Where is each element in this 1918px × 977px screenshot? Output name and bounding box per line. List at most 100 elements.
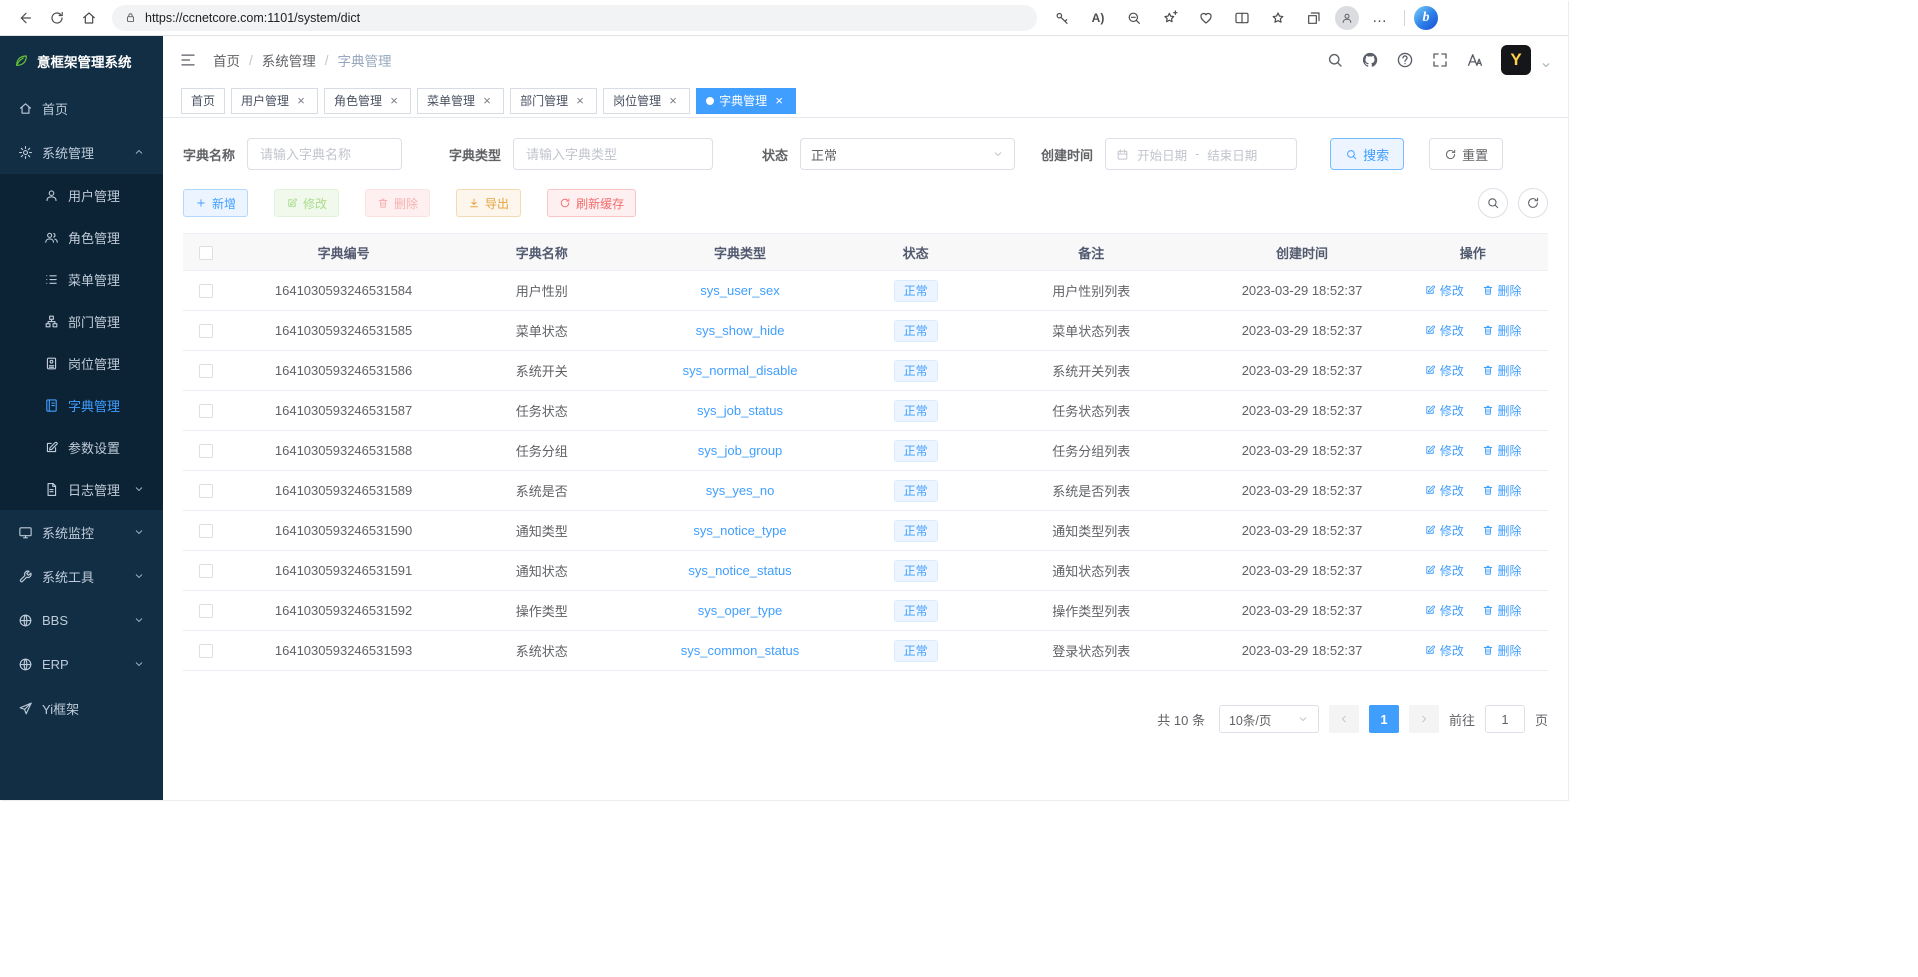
row-delete-button[interactable]: 删除 [1482, 362, 1522, 379]
row-checkbox[interactable] [199, 644, 213, 658]
password-key-icon[interactable] [1047, 4, 1077, 32]
row-delete-button[interactable]: 删除 [1482, 402, 1522, 419]
github-icon[interactable] [1361, 51, 1379, 69]
sidebar-item-erp[interactable]: ERP [0, 642, 163, 686]
sidebar-toggle-button[interactable] [179, 51, 197, 69]
date-range-picker[interactable]: 开始日期 - 结束日期 [1105, 138, 1297, 170]
sidebar-item-dict-mgmt[interactable]: 字典管理 [0, 384, 163, 426]
favorites-add-icon[interactable] [1155, 4, 1185, 32]
bing-icon[interactable]: b [1414, 6, 1438, 30]
fullscreen-icon[interactable] [1431, 51, 1449, 69]
browser-refresh-button[interactable] [42, 4, 72, 32]
tab-close-icon[interactable]: × [772, 94, 786, 108]
row-delete-button[interactable]: 删除 [1482, 282, 1522, 299]
row-edit-button[interactable]: 修改 [1424, 642, 1464, 659]
row-edit-button[interactable]: 修改 [1424, 402, 1464, 419]
browser-back-button[interactable] [10, 4, 40, 32]
zoom-icon[interactable] [1119, 4, 1149, 32]
tab-close-icon[interactable]: × [666, 94, 680, 108]
dict-type-link[interactable]: sys_yes_no [706, 483, 775, 498]
sidebar-item-yi-framework[interactable]: Yi框架 [0, 686, 163, 730]
tab-menu-mgmt[interactable]: 菜单管理× [417, 88, 504, 114]
help-icon[interactable] [1396, 51, 1414, 69]
sidebar-item-system-tools[interactable]: 系统工具 [0, 554, 163, 598]
search-icon[interactable] [1326, 51, 1344, 69]
split-screen-icon[interactable] [1227, 4, 1257, 32]
status-select[interactable]: 正常 [800, 138, 1015, 170]
read-aloud-icon[interactable]: A) [1083, 4, 1113, 32]
breadcrumb-item-system[interactable]: 系统管理 [262, 50, 316, 70]
dict-type-link[interactable]: sys_notice_status [688, 563, 791, 578]
dict-type-link[interactable]: sys_user_sex [700, 283, 779, 298]
refresh-cache-button[interactable]: 刷新缓存 [547, 189, 636, 217]
edit-button[interactable]: 修改 [274, 189, 339, 217]
sidebar-item-dept-mgmt[interactable]: 部门管理 [0, 300, 163, 342]
dict-name-input[interactable] [247, 138, 402, 170]
font-size-icon[interactable] [1466, 51, 1484, 69]
sidebar-item-home[interactable]: 首页 [0, 86, 163, 130]
address-bar[interactable]: https://ccnetcore.com:1101/system/dict [112, 5, 1037, 31]
dict-type-link[interactable]: sys_notice_type [693, 523, 786, 538]
delete-button[interactable]: 删除 [365, 189, 430, 217]
row-delete-button[interactable]: 删除 [1482, 602, 1522, 619]
row-delete-button[interactable]: 删除 [1482, 442, 1522, 459]
row-edit-button[interactable]: 修改 [1424, 482, 1464, 499]
browser-essentials-icon[interactable] [1191, 4, 1221, 32]
sidebar-item-post-mgmt[interactable]: 岗位管理 [0, 342, 163, 384]
row-checkbox[interactable] [199, 524, 213, 538]
sidebar-item-user-mgmt[interactable]: 用户管理 [0, 174, 163, 216]
row-edit-button[interactable]: 修改 [1424, 602, 1464, 619]
search-button[interactable]: 搜索 [1330, 138, 1404, 170]
row-checkbox[interactable] [199, 284, 213, 298]
reset-button[interactable]: 重置 [1429, 138, 1503, 170]
dict-type-link[interactable]: sys_normal_disable [683, 363, 798, 378]
row-edit-button[interactable]: 修改 [1424, 522, 1464, 539]
dict-type-link[interactable]: sys_job_group [698, 443, 783, 458]
more-options-icon[interactable]: … [1365, 4, 1395, 32]
dict-type-input[interactable] [513, 138, 713, 170]
prev-page-button[interactable] [1329, 705, 1359, 733]
next-page-button[interactable] [1409, 705, 1439, 733]
profile-avatar[interactable] [1335, 6, 1359, 30]
refresh-table-button[interactable] [1518, 188, 1548, 218]
user-avatar[interactable]: Y [1501, 45, 1531, 75]
row-delete-button[interactable]: 删除 [1482, 322, 1522, 339]
dict-type-link[interactable]: sys_show_hide [696, 323, 785, 338]
tab-close-icon[interactable]: × [387, 94, 401, 108]
page-1-button[interactable]: 1 [1369, 705, 1399, 733]
sidebar-item-bbs[interactable]: BBS [0, 598, 163, 642]
avatar-caret-icon[interactable] [1540, 59, 1552, 71]
select-all-checkbox[interactable] [199, 246, 213, 260]
row-edit-button[interactable]: 修改 [1424, 562, 1464, 579]
row-checkbox[interactable] [199, 324, 213, 338]
tab-role-mgmt[interactable]: 角色管理× [324, 88, 411, 114]
row-checkbox[interactable] [199, 364, 213, 378]
tab-dict-mgmt[interactable]: 字典管理× [696, 88, 796, 114]
favorites-icon[interactable] [1263, 4, 1293, 32]
row-edit-button[interactable]: 修改 [1424, 322, 1464, 339]
page-size-select[interactable]: 10条/页 [1219, 705, 1319, 733]
add-button[interactable]: 新增 [183, 189, 248, 217]
row-delete-button[interactable]: 删除 [1482, 522, 1522, 539]
goto-page-input[interactable] [1485, 705, 1525, 733]
row-checkbox[interactable] [199, 404, 213, 418]
row-checkbox[interactable] [199, 484, 213, 498]
sidebar-item-param-settings[interactable]: 参数设置 [0, 426, 163, 468]
breadcrumb-item-home[interactable]: 首页 [213, 50, 240, 70]
tab-user-mgmt[interactable]: 用户管理× [231, 88, 318, 114]
toggle-search-button[interactable] [1478, 188, 1508, 218]
tab-close-icon[interactable]: × [480, 94, 494, 108]
tab-close-icon[interactable]: × [294, 94, 308, 108]
browser-home-button[interactable] [74, 4, 104, 32]
sidebar-item-menu-mgmt[interactable]: 菜单管理 [0, 258, 163, 300]
row-checkbox[interactable] [199, 564, 213, 578]
row-edit-button[interactable]: 修改 [1424, 362, 1464, 379]
dict-type-link[interactable]: sys_common_status [681, 643, 800, 658]
row-delete-button[interactable]: 删除 [1482, 642, 1522, 659]
row-checkbox[interactable] [199, 444, 213, 458]
row-delete-button[interactable]: 删除 [1482, 482, 1522, 499]
tab-post-mgmt[interactable]: 岗位管理× [603, 88, 690, 114]
sidebar-item-system-monitor[interactable]: 系统监控 [0, 510, 163, 554]
tab-dept-mgmt[interactable]: 部门管理× [510, 88, 597, 114]
sidebar-item-log-mgmt[interactable]: 日志管理 [0, 468, 163, 510]
